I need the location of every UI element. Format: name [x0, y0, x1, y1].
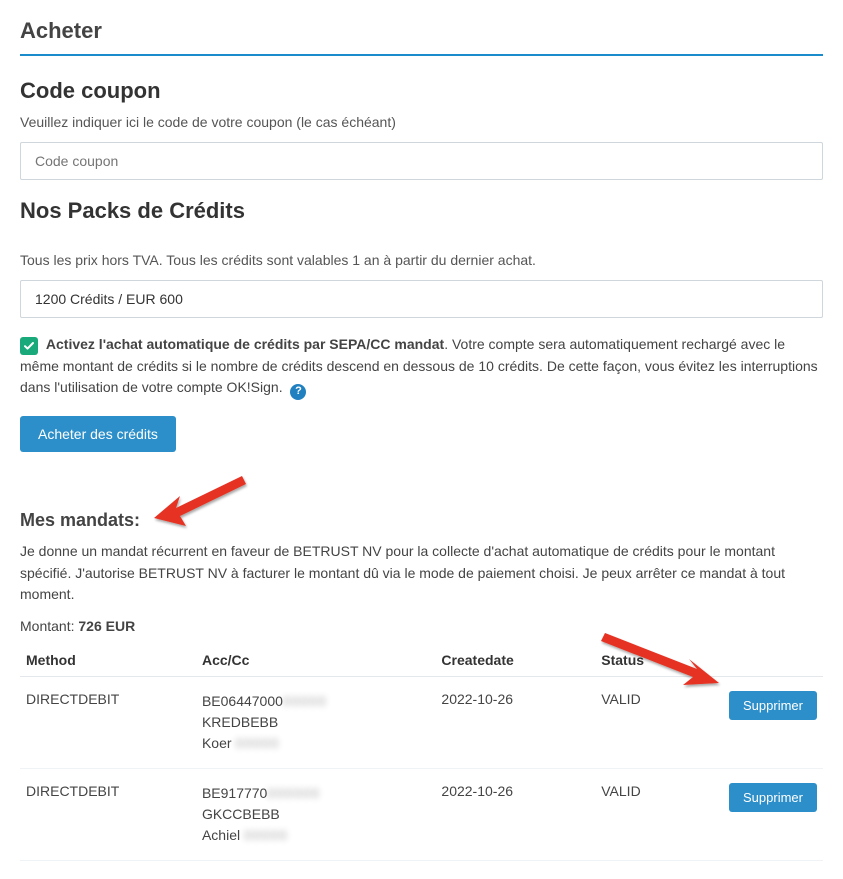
mandates-section: Mes mandats: Je donne un mandat récurren… — [20, 510, 823, 861]
table-row: DIRECTDEBIT BE0644700000000 KREDBEBB Koe… — [20, 676, 823, 768]
packs-note: Tous les prix hors TVA. Tous les crédits… — [20, 252, 823, 268]
page-title: Acheter — [20, 18, 823, 44]
mandates-description: Je donne un mandat récurrent en faveur d… — [20, 541, 823, 606]
cell-status: VALID — [595, 676, 723, 768]
acc-part: Koer — [202, 735, 232, 751]
delete-mandate-button[interactable]: Supprimer — [729, 783, 817, 812]
cell-method: DIRECTDEBIT — [20, 768, 196, 860]
cell-status: VALID — [595, 768, 723, 860]
acc-part: GKCCBEBB — [202, 804, 429, 825]
coupon-input[interactable] — [20, 142, 823, 180]
packs-section: Nos Packs de Crédits Tous les prix hors … — [20, 198, 823, 452]
redacted-text: 00000 — [283, 691, 327, 712]
cell-acc: BE0644700000000 KREDBEBB Koer 00000 — [196, 676, 435, 768]
help-icon[interactable]: ? — [290, 384, 306, 400]
amount-label: Montant: — [20, 618, 78, 634]
acc-part: BE917770 — [202, 785, 267, 801]
acc-part: KREDBEBB — [202, 712, 429, 733]
amount-value: 726 EUR — [78, 618, 135, 634]
auto-purchase-bold: Activez l'achat automatique de crédits p… — [46, 336, 444, 352]
auto-purchase-checkbox-icon[interactable] — [20, 337, 38, 355]
mandates-heading: Mes mandats: — [20, 510, 823, 531]
col-method: Method — [20, 644, 196, 677]
mandates-table: Method Acc/Cc Createdate Status DIRECTDE… — [20, 644, 823, 861]
col-createdate: Createdate — [435, 644, 595, 677]
credits-select[interactable]: 1200 Crédits / EUR 600 — [20, 280, 823, 318]
acc-part: Achiel — [202, 827, 240, 843]
buy-credits-button[interactable]: Acheter des crédits — [20, 416, 176, 452]
acc-part: BE06447000 — [202, 693, 283, 709]
delete-mandate-button[interactable]: Supprimer — [729, 691, 817, 720]
cell-acc: BE917770000000 GKCCBEBB Achiel 00000 — [196, 768, 435, 860]
cell-createdate: 2022-10-26 — [435, 676, 595, 768]
col-acc: Acc/Cc — [196, 644, 435, 677]
redacted-text: 000000 — [267, 783, 320, 804]
title-divider — [20, 54, 823, 56]
col-status: Status — [595, 644, 723, 677]
packs-heading: Nos Packs de Crédits — [20, 198, 823, 224]
coupon-section: Code coupon Veuillez indiquer ici le cod… — [20, 78, 823, 180]
redacted-text: 00000 — [235, 733, 279, 754]
coupon-description: Veuillez indiquer ici le code de votre c… — [20, 114, 823, 130]
coupon-heading: Code coupon — [20, 78, 823, 104]
auto-purchase-row: Activez l'achat automatique de crédits p… — [20, 334, 823, 400]
table-row: DIRECTDEBIT BE917770000000 GKCCBEBB Achi… — [20, 768, 823, 860]
mandates-amount: Montant: 726 EUR — [20, 618, 823, 634]
redacted-text: 00000 — [244, 825, 288, 846]
cell-method: DIRECTDEBIT — [20, 676, 196, 768]
cell-createdate: 2022-10-26 — [435, 768, 595, 860]
